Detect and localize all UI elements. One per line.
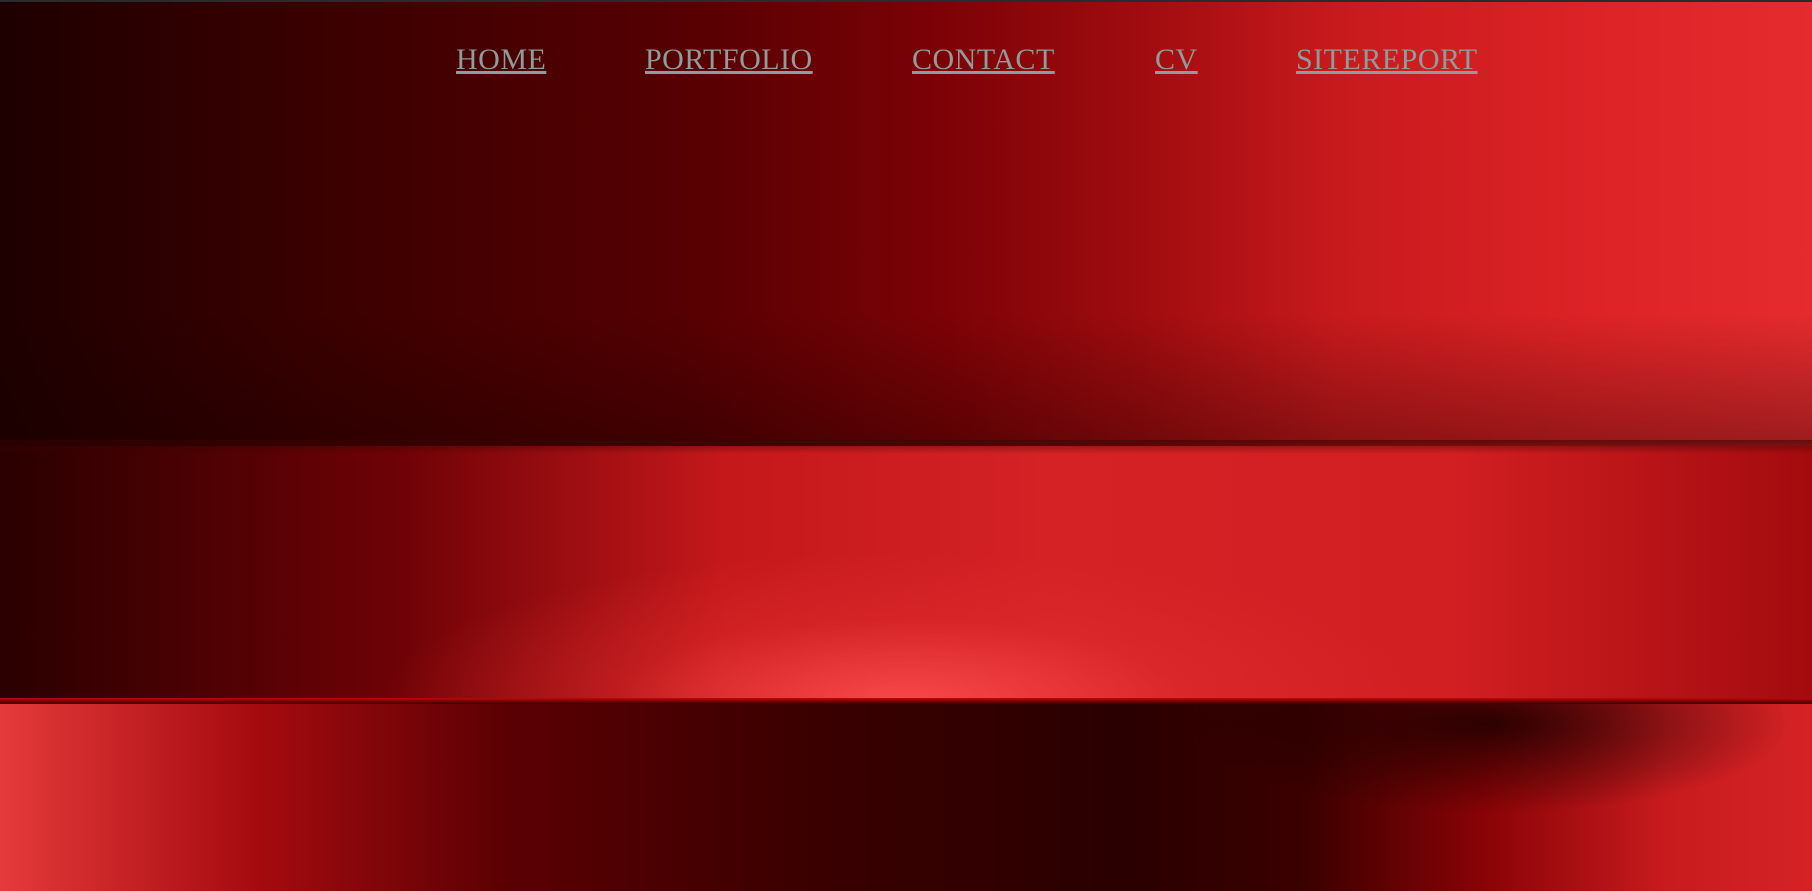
background-floor-glow xyxy=(0,446,1812,702)
nav-link-contact[interactable]: CONTACT xyxy=(912,40,1055,80)
background-lower-shade xyxy=(0,704,1812,891)
nav-link-home[interactable]: HOME xyxy=(456,40,546,80)
background-horizon xyxy=(0,440,1812,454)
nav-link-portfolio[interactable]: PORTFOLIO xyxy=(645,40,813,80)
nav-link-cv[interactable]: CV xyxy=(1155,40,1198,80)
nav-link-sitereport[interactable]: SITEREPORT xyxy=(1296,40,1478,80)
main-navigation: HOME PORTFOLIO CONTACT CV SITEREPORT xyxy=(0,40,1812,80)
